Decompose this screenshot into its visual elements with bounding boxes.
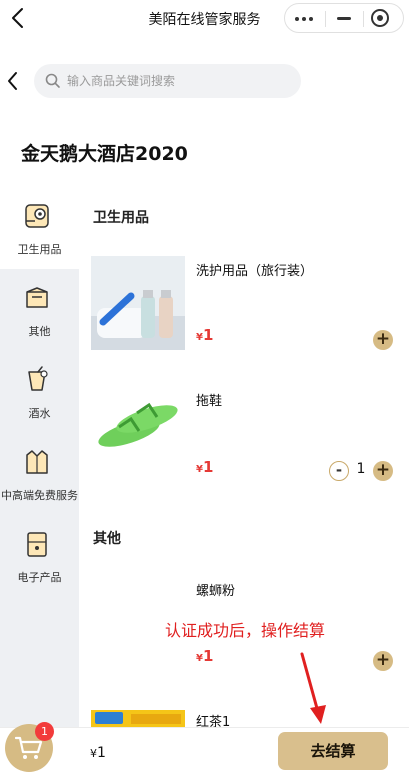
device-icon [27,532,47,557]
annotation-arrow-icon [300,652,326,724]
cart-count-badge: 1 [35,722,54,741]
sidebar-item-label: 电子产品 [17,571,62,584]
add-to-cart-button[interactable]: + [373,461,393,481]
capsule-divider [363,11,364,27]
capsule-divider [325,11,326,27]
mini-program-capsule [284,3,404,33]
cart-total: ¥1 [90,745,106,761]
sidebar-item-label: 卫生用品 [17,243,62,256]
shop-name: 金天鹅大酒店2020 [21,143,188,165]
sidebar-item-drinks[interactable]: 酒水 [0,351,79,433]
annotation-text: 认证成功后，操作结算 [165,621,326,640]
back-chevron-icon[interactable] [4,70,22,92]
close-target-icon[interactable] [371,9,389,27]
product-image[interactable] [91,710,185,727]
add-to-cart-button[interactable]: + [373,330,393,350]
add-to-cart-button[interactable]: + [373,651,393,671]
toilet-paper-icon [25,204,49,228]
search-bar[interactable] [34,64,301,98]
quantity-value: 1 [356,461,366,477]
slippers-image [91,375,185,469]
search-input[interactable] [67,64,292,98]
toiletries-image [91,256,185,350]
decrease-quantity-button[interactable]: - [329,461,349,481]
checkout-button[interactable]: 去结算 [278,732,388,770]
section-title: 其他 [93,531,121,547]
more-menu-icon[interactable] [295,17,315,21]
sidebar-item-premium-service[interactable]: 中高端免费服务 [0,433,79,515]
black-tea-image [91,710,185,727]
search-icon [45,73,60,88]
product-name: 洗护用品（旅行装） [196,264,314,279]
product-price: ¥1 [196,647,214,665]
product-price: ¥1 [196,458,214,476]
sidebar-item-label: 其他 [28,325,51,338]
category-sidebar: 卫生用品 其他 酒水 中高端免费服务 电子产品 [0,187,79,727]
top-nav-bar: 美陌在线管家服务 [0,0,409,38]
sidebar-item-label: 中高端免费服务 [1,489,78,502]
box-icon [26,287,48,308]
product-price: ¥1 [196,326,214,344]
product-name: 螺蛳粉 [196,584,236,599]
minimize-icon[interactable] [337,17,351,20]
drink-icon [28,366,48,391]
section-title: 卫生用品 [93,210,149,226]
sidebar-item-hygiene[interactable]: 卫生用品 [0,187,79,269]
sidebar-item-electronics[interactable]: 电子产品 [0,515,79,597]
product-name: 拖鞋 [196,394,223,409]
product-image[interactable] [91,375,185,469]
product-image[interactable] [91,256,185,350]
sidebar-item-label: 酒水 [28,407,51,420]
sidebar-item-other[interactable]: 其他 [0,269,79,351]
shirt-icon [26,450,48,474]
